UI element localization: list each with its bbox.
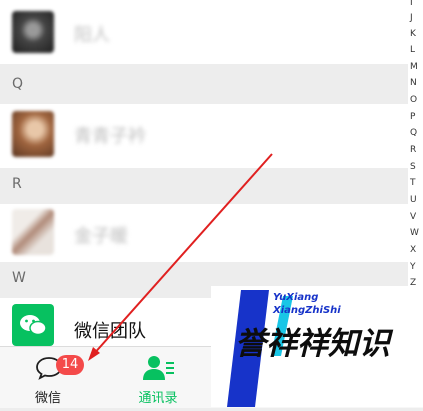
annotation-arrow — [88, 153, 273, 361]
